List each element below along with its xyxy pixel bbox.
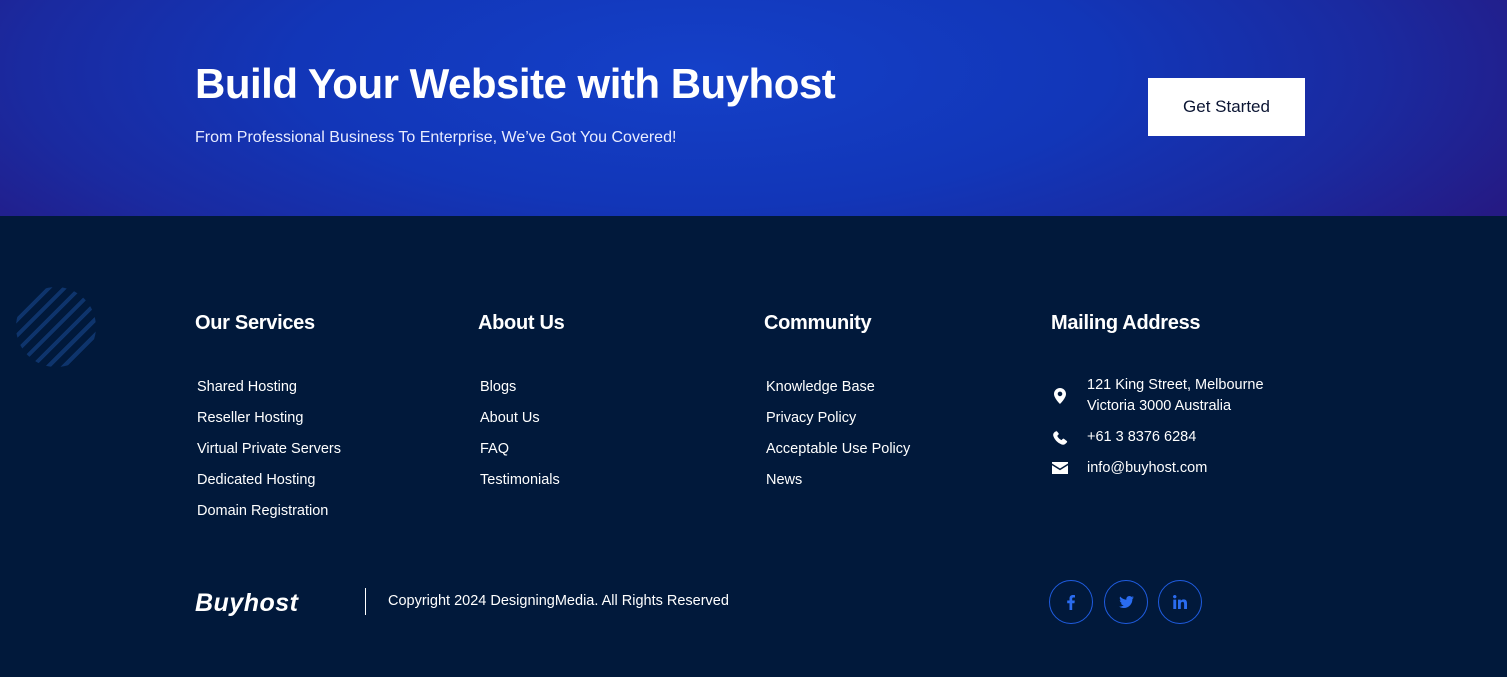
link-knowledge-base[interactable]: Knowledge Base bbox=[766, 379, 875, 395]
decorative-striped-circle bbox=[16, 287, 96, 367]
copyright-text: Copyright 2024 DesigningMedia. All Right… bbox=[388, 593, 729, 609]
envelope-icon bbox=[1051, 459, 1069, 477]
services-heading: Our Services bbox=[195, 312, 315, 334]
address-line-2: Victoria 3000 Australia bbox=[1087, 398, 1232, 414]
phone-icon bbox=[1051, 428, 1069, 446]
facebook-icon bbox=[1067, 594, 1075, 610]
email-link[interactable]: info@buyhost.com bbox=[1087, 458, 1207, 479]
link-reseller-hosting[interactable]: Reseller Hosting bbox=[197, 410, 303, 426]
list-item: Testimonials bbox=[480, 470, 564, 501]
cta-title: Build Your Website with Buyhost bbox=[195, 60, 836, 107]
facebook-button[interactable] bbox=[1049, 580, 1093, 624]
link-domain-registration[interactable]: Domain Registration bbox=[197, 503, 328, 519]
list-item: Shared Hosting bbox=[197, 377, 341, 408]
community-heading: Community bbox=[764, 312, 872, 334]
linkedin-button[interactable] bbox=[1158, 580, 1202, 624]
link-news[interactable]: News bbox=[766, 472, 802, 488]
list-item: FAQ bbox=[480, 439, 564, 470]
community-column: Community Knowledge Base Privacy Policy … bbox=[764, 312, 910, 501]
twitter-icon bbox=[1118, 596, 1134, 608]
address-line-1: 121 King Street, Melbourne bbox=[1087, 377, 1264, 393]
cta-subtitle: From Professional Business To Enterprise… bbox=[195, 129, 677, 146]
linkedin-icon bbox=[1173, 595, 1187, 609]
about-list: Blogs About Us FAQ Testimonials bbox=[478, 377, 564, 501]
phone-link[interactable]: +61 3 8376 6284 bbox=[1087, 427, 1196, 448]
link-shared-hosting[interactable]: Shared Hosting bbox=[197, 379, 297, 395]
address-text: 121 King Street, Melbourne Victoria 3000… bbox=[1087, 375, 1264, 417]
list-item: Blogs bbox=[480, 377, 564, 408]
list-item: News bbox=[766, 470, 910, 501]
about-heading: About Us bbox=[478, 312, 565, 334]
mailing-column: Mailing Address 121 King Street, Melbour… bbox=[1051, 312, 1311, 512]
list-item: Reseller Hosting bbox=[197, 408, 341, 439]
link-about-us[interactable]: About Us bbox=[480, 410, 540, 426]
twitter-button[interactable] bbox=[1104, 580, 1148, 624]
location-pin-icon bbox=[1051, 387, 1069, 405]
list-item: Dedicated Hosting bbox=[197, 470, 341, 501]
list-item: Privacy Policy bbox=[766, 408, 910, 439]
mailing-heading: Mailing Address bbox=[1051, 312, 1201, 334]
link-testimonials[interactable]: Testimonials bbox=[480, 472, 560, 488]
list-item: About Us bbox=[480, 408, 564, 439]
link-faq[interactable]: FAQ bbox=[480, 441, 509, 457]
services-column: Our Services Shared Hosting Reseller Hos… bbox=[195, 312, 341, 532]
list-item: Knowledge Base bbox=[766, 377, 910, 408]
link-dedicated-hosting[interactable]: Dedicated Hosting bbox=[197, 472, 316, 488]
get-started-button[interactable]: Get Started bbox=[1148, 78, 1305, 136]
link-vps[interactable]: Virtual Private Servers bbox=[197, 441, 341, 457]
link-blogs[interactable]: Blogs bbox=[480, 379, 516, 395]
buyhost-logo[interactable]: Buyhost bbox=[195, 589, 299, 618]
list-item: Virtual Private Servers bbox=[197, 439, 341, 470]
cta-banner: Build Your Website with Buyhost From Pro… bbox=[0, 0, 1507, 216]
list-item: Domain Registration bbox=[197, 501, 341, 532]
list-item: Acceptable Use Policy bbox=[766, 439, 910, 470]
link-privacy-policy[interactable]: Privacy Policy bbox=[766, 410, 856, 426]
link-acceptable-use-policy[interactable]: Acceptable Use Policy bbox=[766, 441, 910, 457]
divider bbox=[365, 588, 366, 615]
community-list: Knowledge Base Privacy Policy Acceptable… bbox=[764, 377, 910, 501]
services-list: Shared Hosting Reseller Hosting Virtual … bbox=[195, 377, 341, 532]
about-column: About Us Blogs About Us FAQ Testimonials bbox=[478, 312, 565, 501]
